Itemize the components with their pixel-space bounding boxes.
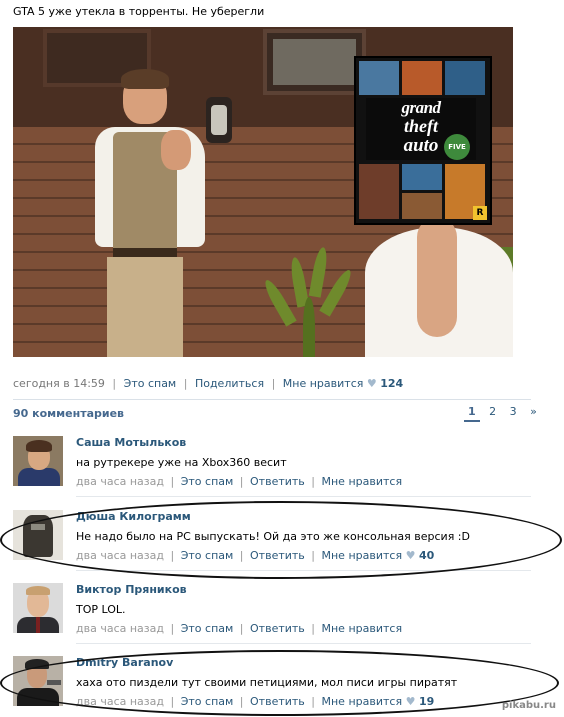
comment-reply-link[interactable]: Ответить — [250, 475, 305, 488]
comment-author[interactable]: Виктор Пряников — [76, 583, 187, 596]
post-date[interactable]: сегодня в 14:59 — [13, 377, 105, 390]
comment-author[interactable]: Саша Мотыльков — [76, 436, 186, 449]
comment-text: TOP LOL. — [76, 603, 126, 616]
watermark: pikabu.ru — [501, 700, 556, 711]
comment-time[interactable]: два часа назад — [76, 475, 164, 488]
page-3[interactable]: 3 — [506, 405, 521, 418]
comment-footer: два часа назад | Это спам | Ответить | М… — [76, 622, 403, 635]
comment-item: Виктор Пряников TOP LOL. два часа назад … — [13, 583, 531, 645]
comment-like-link[interactable]: Мне нравится — [322, 475, 403, 488]
rockstar-logo: R — [473, 206, 487, 220]
post-like-count[interactable]: 124 — [380, 377, 403, 390]
page-2[interactable]: 2 — [485, 405, 500, 418]
comment-spam-link[interactable]: Это спам — [181, 475, 234, 488]
highlight-oval — [0, 501, 562, 579]
comment-divider — [76, 496, 531, 497]
avatar[interactable] — [13, 436, 63, 486]
heart-icon[interactable]: ♥ — [367, 377, 377, 390]
post-text: GTA 5 уже утекла в торренты. Не уберегли — [13, 5, 265, 18]
page-next[interactable]: » — [526, 405, 541, 418]
gta-logo: grand theft auto FIVE — [366, 98, 476, 160]
comments-count: 90 комментариев — [13, 407, 125, 420]
highlight-oval — [0, 650, 559, 716]
gta-cover: grand theft auto FIVE R — [354, 56, 492, 225]
photo-bride — [365, 217, 513, 357]
photo-groom — [95, 69, 225, 357]
page-1[interactable]: 1 — [464, 405, 480, 422]
post-photo[interactable]: grand theft auto FIVE R — [13, 27, 513, 357]
comment-item: Саша Мотыльков на рутрекере уже на Xbox3… — [13, 436, 531, 498]
post-spam-link[interactable]: Это спам — [124, 377, 177, 390]
post-like-link[interactable]: Мне нравится — [283, 377, 364, 390]
comments-pager: 1 2 3 » — [464, 405, 543, 422]
post-meta: сегодня в 14:59 | Это спам | Поделиться … — [13, 377, 404, 390]
photo-plant — [261, 217, 363, 357]
gta-five-badge: FIVE — [444, 134, 470, 160]
divider — [13, 399, 531, 400]
comment-footer: два часа назад | Это спам | Ответить | М… — [76, 475, 403, 488]
photo-window — [263, 29, 366, 95]
comment-spam-link[interactable]: Это спам — [181, 622, 234, 635]
comment-divider — [76, 643, 531, 644]
comment-like-link[interactable]: Мне нравится — [322, 622, 403, 635]
avatar[interactable] — [13, 583, 63, 633]
post-share-link[interactable]: Поделиться — [195, 377, 264, 390]
comment-time[interactable]: два часа назад — [76, 622, 164, 635]
comment-reply-link[interactable]: Ответить — [250, 622, 305, 635]
comment-text: на рутрекере уже на Xbox360 весит — [76, 456, 287, 469]
